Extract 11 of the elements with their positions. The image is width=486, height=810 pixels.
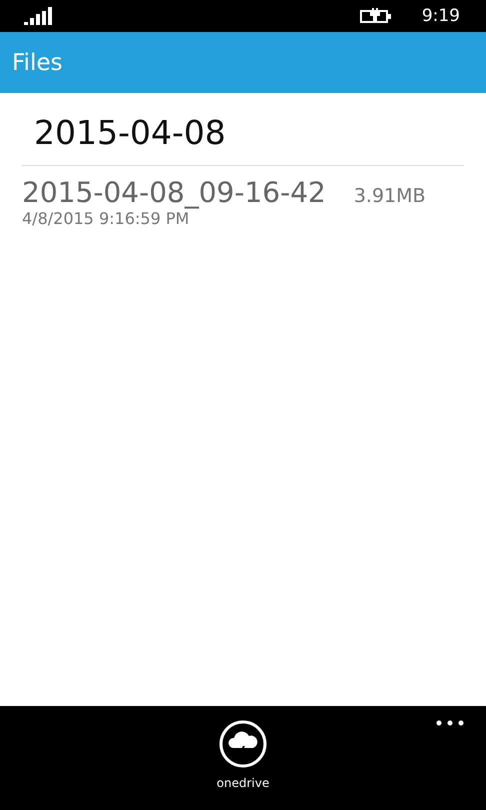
file-size: 3.91MB [354,185,426,207]
group-heading: 2015-04-08 [33,112,227,154]
page-title: Files [12,50,62,76]
clock-time: 9:19 [422,6,460,26]
onedrive-button[interactable]: onedrive [216,706,270,810]
battery-charging-icon [360,8,392,24]
file-name[interactable]: 2015-04-08_09-16-42 [22,176,326,209]
signal-icon [24,7,54,25]
cloud-lightning-icon [218,720,267,768]
file-date: 4/8/2015 9:16:59 PM [22,209,190,228]
more-icon[interactable] [436,720,464,726]
